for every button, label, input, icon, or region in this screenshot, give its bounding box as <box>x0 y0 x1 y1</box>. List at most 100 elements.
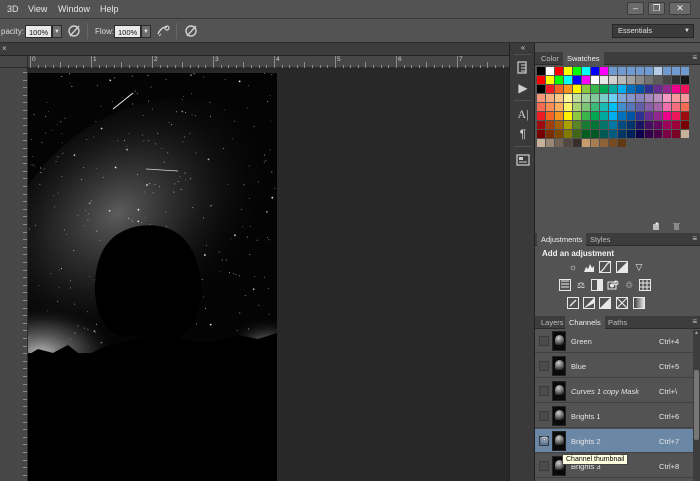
color-swatch[interactable] <box>627 94 635 102</box>
color-swatch[interactable] <box>645 76 653 84</box>
color-swatch[interactable] <box>618 94 626 102</box>
color-swatch[interactable] <box>636 85 644 93</box>
play-actions-icon[interactable]: ▶ <box>515 80 531 96</box>
exposure-icon[interactable] <box>616 261 628 273</box>
color-swatch[interactable] <box>564 94 572 102</box>
color-swatch[interactable] <box>564 85 572 93</box>
color-swatch[interactable] <box>681 67 689 75</box>
color-swatch[interactable] <box>582 76 590 84</box>
color-swatch[interactable] <box>555 76 563 84</box>
levels-icon[interactable] <box>583 261 595 273</box>
channel-row-selected[interactable]: 👁 Brights 2 Ctrl+7 <box>535 429 693 453</box>
panel-menu-icon[interactable]: ≡ <box>692 53 697 62</box>
color-swatch[interactable] <box>636 121 644 129</box>
color-swatch[interactable] <box>663 85 671 93</box>
workspace-select[interactable]: Essentials ▼ <box>612 24 694 38</box>
color-swatch[interactable] <box>564 76 572 84</box>
color-swatch[interactable] <box>609 130 617 138</box>
color-swatch[interactable] <box>663 112 671 120</box>
color-swatch[interactable] <box>546 112 554 120</box>
scrollbar-thumb[interactable] <box>694 370 699 440</box>
tool-presets-icon[interactable] <box>515 152 531 168</box>
color-swatch[interactable] <box>591 85 599 93</box>
color-swatch[interactable] <box>645 103 653 111</box>
color-swatch[interactable] <box>564 130 572 138</box>
panel-menu-icon[interactable]: ≡ <box>692 234 697 243</box>
color-swatch[interactable] <box>681 85 689 93</box>
visibility-toggle[interactable] <box>539 336 549 346</box>
canvas-area[interactable] <box>28 68 509 481</box>
photo-filter-icon[interactable] <box>607 279 619 291</box>
color-swatch[interactable] <box>537 94 545 102</box>
color-swatch[interactable] <box>582 85 590 93</box>
opacity-dropdown[interactable]: ▼ <box>52 25 62 38</box>
restore-button[interactable]: ❐ <box>648 2 665 15</box>
color-swatch[interactable] <box>546 76 554 84</box>
flow-field[interactable]: 100% <box>114 25 141 38</box>
color-swatch[interactable] <box>582 103 590 111</box>
tab-paths[interactable]: Paths <box>604 316 631 329</box>
color-swatch[interactable] <box>591 121 599 129</box>
paragraph-icon[interactable]: ¶ <box>515 126 531 142</box>
pressure-opacity-icon[interactable] <box>67 24 81 38</box>
visibility-toggle[interactable] <box>539 411 549 421</box>
color-swatch[interactable] <box>573 112 581 120</box>
channel-thumbnail[interactable] <box>552 381 566 401</box>
minimize-button[interactable]: – <box>627 2 644 15</box>
color-swatch[interactable] <box>564 139 572 147</box>
color-swatch[interactable] <box>672 112 680 120</box>
color-swatch[interactable] <box>591 76 599 84</box>
color-swatch[interactable] <box>537 112 545 120</box>
color-swatch[interactable] <box>546 103 554 111</box>
color-balance-icon[interactable]: ⚖ <box>575 279 587 291</box>
color-swatch[interactable] <box>546 139 554 147</box>
posterize-icon[interactable] <box>583 297 595 309</box>
color-swatch[interactable] <box>600 94 608 102</box>
menu-window[interactable]: Window <box>58 4 90 14</box>
color-swatch[interactable] <box>654 85 662 93</box>
airbrush-icon[interactable] <box>156 24 170 38</box>
color-swatch[interactable] <box>582 130 590 138</box>
eye-icon[interactable]: 👁 <box>539 436 549 446</box>
color-swatch[interactable] <box>555 139 563 147</box>
color-swatch[interactable] <box>555 94 563 102</box>
color-swatch[interactable] <box>663 67 671 75</box>
color-swatch[interactable] <box>591 94 599 102</box>
scroll-up-icon[interactable]: ▲ <box>693 330 700 338</box>
color-swatch[interactable] <box>663 130 671 138</box>
color-swatch[interactable] <box>591 112 599 120</box>
history-icon[interactable] <box>515 60 531 76</box>
color-swatch[interactable] <box>627 76 635 84</box>
color-swatch[interactable] <box>627 67 635 75</box>
color-swatch[interactable] <box>618 67 626 75</box>
color-swatch[interactable] <box>645 94 653 102</box>
color-swatch[interactable] <box>600 67 608 75</box>
color-swatch[interactable] <box>672 67 680 75</box>
color-swatch[interactable] <box>672 130 680 138</box>
color-swatch[interactable] <box>618 121 626 129</box>
color-swatch[interactable] <box>573 130 581 138</box>
color-swatch[interactable] <box>654 121 662 129</box>
color-swatch[interactable] <box>663 76 671 84</box>
color-swatch[interactable] <box>663 94 671 102</box>
close-window-button[interactable]: ✕ <box>669 2 691 15</box>
color-swatch[interactable] <box>636 67 644 75</box>
color-swatch[interactable] <box>546 94 554 102</box>
character-icon[interactable]: A| <box>515 106 531 122</box>
color-swatch[interactable] <box>636 94 644 102</box>
color-swatch[interactable] <box>609 67 617 75</box>
color-swatch[interactable] <box>654 76 662 84</box>
color-swatch[interactable] <box>681 121 689 129</box>
color-swatch[interactable] <box>681 94 689 102</box>
color-swatch[interactable] <box>654 112 662 120</box>
channel-thumbnail[interactable] <box>552 431 566 451</box>
color-swatch[interactable] <box>645 112 653 120</box>
color-swatch[interactable] <box>609 112 617 120</box>
color-swatch[interactable] <box>654 94 662 102</box>
color-swatch[interactable] <box>618 130 626 138</box>
color-swatch[interactable] <box>555 112 563 120</box>
color-swatch[interactable] <box>600 112 608 120</box>
color-swatch[interactable] <box>609 94 617 102</box>
color-swatch[interactable] <box>546 121 554 129</box>
color-swatch[interactable] <box>645 67 653 75</box>
